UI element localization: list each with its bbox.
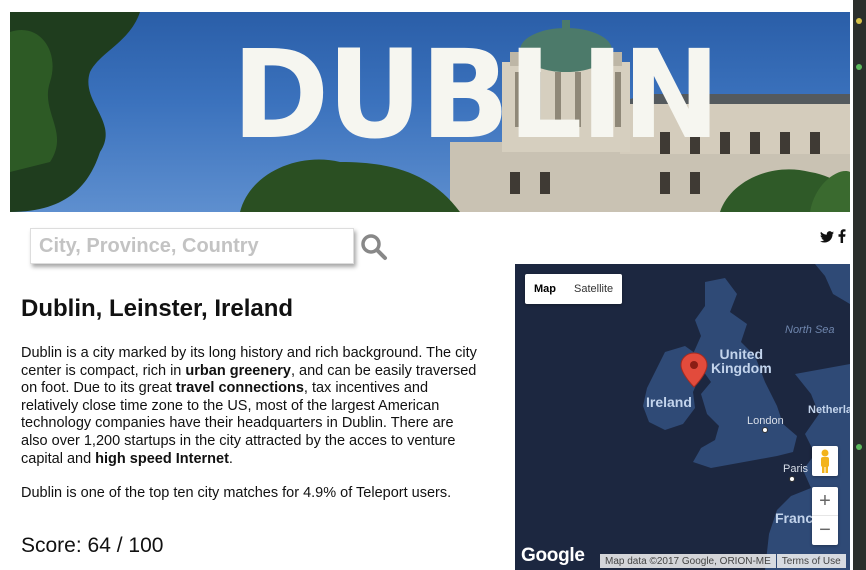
edge-marker [856, 64, 862, 70]
map-label-paris: Paris [783, 463, 809, 475]
search-input[interactable] [31, 229, 353, 263]
search-box [30, 228, 354, 264]
map-type-control: Map Satellite [525, 274, 623, 304]
city-score: Score: 64 / 100 [21, 534, 164, 557]
map-label-france: Franc [775, 510, 814, 526]
hero-title: DUBLIN [232, 24, 720, 166]
map-attribution: Map data ©2017 Google, ORION-ME Terms of… [600, 554, 846, 568]
edge-marker [856, 18, 862, 24]
highlight-high-speed-internet: high speed Internet [95, 450, 229, 467]
map-label-uk: United Kingdom [711, 346, 772, 376]
google-logo: Google [521, 545, 585, 566]
adjacent-window-edge [853, 0, 866, 570]
pegman-icon [821, 449, 829, 473]
map-type-satellite-button[interactable]: Satellite [565, 274, 622, 304]
facebook-icon[interactable] [838, 229, 846, 246]
zoom-control: + − [812, 487, 838, 545]
social-links [820, 229, 846, 246]
twitter-icon[interactable] [820, 230, 834, 246]
street-view-pegman[interactable] [812, 446, 838, 476]
map-label-ireland: Ireland [646, 394, 692, 410]
hero-banner: DUBLIN [10, 12, 850, 212]
highlight-travel-connections: travel connections [175, 380, 304, 397]
match-statement: Dublin is one of the top ten city matche… [21, 485, 452, 501]
map-label-north-sea: North Sea [785, 324, 835, 336]
highlight-urban-greenery: urban greenery [185, 362, 291, 379]
map-widget[interactable]: Map Satellite North Sea United Kingdom I… [515, 264, 850, 570]
search-button[interactable] [360, 233, 388, 261]
edge-marker [856, 444, 862, 450]
map-label-netherlands: Netherla [808, 404, 850, 416]
city-heading: Dublin, Leinster, Ireland [21, 295, 294, 322]
zoom-in-button[interactable]: + [812, 487, 838, 516]
map-label-london: London [747, 415, 784, 427]
city-description: Dublin is a city marked by its long hist… [21, 345, 481, 468]
zoom-out-button[interactable]: − [812, 516, 838, 545]
search-icon [361, 234, 387, 260]
description-text: . [228, 450, 233, 467]
terms-of-use-link[interactable]: Terms of Use [776, 554, 846, 568]
map-type-map-button[interactable]: Map [525, 274, 565, 304]
map-data-credit: Map data ©2017 Google, ORION-ME [600, 554, 776, 568]
